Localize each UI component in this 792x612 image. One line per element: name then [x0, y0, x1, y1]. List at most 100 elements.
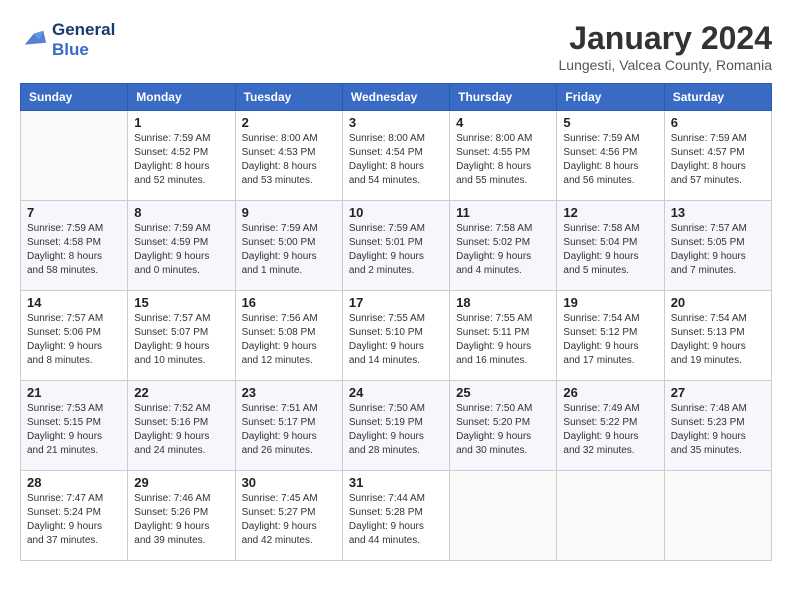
- day-number: 7: [27, 205, 121, 220]
- calendar-cell: 11 Sunrise: 7:58 AM Sunset: 5:02 PM Dayli…: [450, 201, 557, 291]
- day-info: Sunrise: 8:00 AM Sunset: 4:54 PM Dayligh…: [349, 132, 443, 188]
- day-info: Sunrise: 7:57 AM Sunset: 5:06 PM Dayligh…: [27, 312, 121, 368]
- day-number: 16: [242, 295, 336, 310]
- day-info: Sunrise: 7:59 AM Sunset: 4:52 PM Dayligh…: [134, 132, 228, 188]
- calendar-week-row: 1Sunrise: 7:59 AM Sunset: 4:52 PM Daylig…: [21, 111, 772, 201]
- day-number: 20: [671, 295, 765, 310]
- month-title: January 2024: [559, 20, 773, 57]
- day-info: Sunrise: 7:59 AM Sunset: 4:56 PM Dayligh…: [563, 132, 657, 188]
- calendar-cell: 14 Sunrise: 7:57 AM Sunset: 5:06 PM Dayli…: [21, 291, 128, 381]
- day-info: Sunrise: 7:55 AM Sunset: 5:11 PM Dayligh…: [456, 312, 550, 368]
- calendar-cell: 4 Sunrise: 8:00 AM Sunset: 4:55 PM Daylig…: [450, 111, 557, 201]
- calendar-cell: 18Sunrise: 7:55 AM Sunset: 5:11 PM Dayli…: [450, 291, 557, 381]
- calendar-cell: 27 Sunrise: 7:48 AM Sunset: 5:23 PM Dayli…: [664, 381, 771, 471]
- calendar-cell: 31 Sunrise: 7:44 AM Sunset: 5:28 PM Dayli…: [342, 471, 449, 561]
- day-number: 26: [563, 385, 657, 400]
- header-tuesday: Tuesday: [235, 84, 342, 111]
- day-number: 14: [27, 295, 121, 310]
- day-number: 28: [27, 475, 121, 490]
- title-area: January 2024 Lungesti, Valcea County, Ro…: [559, 20, 773, 73]
- calendar-cell: 1Sunrise: 7:59 AM Sunset: 4:52 PM Daylig…: [128, 111, 235, 201]
- header-wednesday: Wednesday: [342, 84, 449, 111]
- day-info: Sunrise: 7:48 AM Sunset: 5:23 PM Dayligh…: [671, 402, 765, 458]
- day-info: Sunrise: 7:50 AM Sunset: 5:19 PM Dayligh…: [349, 402, 443, 458]
- day-number: 15: [134, 295, 228, 310]
- logo: General Blue: [20, 20, 115, 60]
- calendar-cell: 16 Sunrise: 7:56 AM Sunset: 5:08 PM Dayli…: [235, 291, 342, 381]
- calendar-cell: 9Sunrise: 7:59 AM Sunset: 5:00 PM Daylig…: [235, 201, 342, 291]
- calendar-cell: 17 Sunrise: 7:55 AM Sunset: 5:10 PM Dayli…: [342, 291, 449, 381]
- calendar-week-row: 28Sunrise: 7:47 AM Sunset: 5:24 PM Dayli…: [21, 471, 772, 561]
- calendar-cell: 2 Sunrise: 8:00 AM Sunset: 4:53 PM Daylig…: [235, 111, 342, 201]
- day-number: 2: [242, 115, 336, 130]
- day-info: Sunrise: 8:00 AM Sunset: 4:55 PM Dayligh…: [456, 132, 550, 188]
- header-saturday: Saturday: [664, 84, 771, 111]
- logo-icon: [20, 26, 48, 54]
- calendar-cell: 3 Sunrise: 8:00 AM Sunset: 4:54 PM Daylig…: [342, 111, 449, 201]
- day-info: Sunrise: 7:49 AM Sunset: 5:22 PM Dayligh…: [563, 402, 657, 458]
- calendar-week-row: 14 Sunrise: 7:57 AM Sunset: 5:06 PM Dayli…: [21, 291, 772, 381]
- day-info: Sunrise: 7:54 AM Sunset: 5:13 PM Dayligh…: [671, 312, 765, 368]
- header-sunday: Sunday: [21, 84, 128, 111]
- header-monday: Monday: [128, 84, 235, 111]
- day-info: Sunrise: 7:57 AM Sunset: 5:05 PM Dayligh…: [671, 222, 765, 278]
- calendar-cell: 24 Sunrise: 7:50 AM Sunset: 5:19 PM Dayli…: [342, 381, 449, 471]
- logo-text: General Blue: [52, 20, 115, 60]
- calendar-cell: 10Sunrise: 7:59 AM Sunset: 5:01 PM Dayli…: [342, 201, 449, 291]
- day-info: Sunrise: 7:58 AM Sunset: 5:04 PM Dayligh…: [563, 222, 657, 278]
- calendar-cell: 5 Sunrise: 7:59 AM Sunset: 4:56 PM Daylig…: [557, 111, 664, 201]
- day-info: Sunrise: 7:59 AM Sunset: 4:59 PM Dayligh…: [134, 222, 228, 278]
- day-number: 3: [349, 115, 443, 130]
- calendar-cell: 23 Sunrise: 7:51 AM Sunset: 5:17 PM Dayli…: [235, 381, 342, 471]
- calendar-cell: 19Sunrise: 7:54 AM Sunset: 5:12 PM Dayli…: [557, 291, 664, 381]
- day-info: Sunrise: 8:00 AM Sunset: 4:53 PM Dayligh…: [242, 132, 336, 188]
- day-number: 17: [349, 295, 443, 310]
- header-thursday: Thursday: [450, 84, 557, 111]
- day-number: 11: [456, 205, 550, 220]
- calendar-cell: 12 Sunrise: 7:58 AM Sunset: 5:04 PM Dayli…: [557, 201, 664, 291]
- day-info: Sunrise: 7:45 AM Sunset: 5:27 PM Dayligh…: [242, 492, 336, 548]
- day-info: Sunrise: 7:44 AM Sunset: 5:28 PM Dayligh…: [349, 492, 443, 548]
- day-number: 6: [671, 115, 765, 130]
- calendar-cell: 13 Sunrise: 7:57 AM Sunset: 5:05 PM Dayli…: [664, 201, 771, 291]
- calendar-cell: 6 Sunrise: 7:59 AM Sunset: 4:57 PM Daylig…: [664, 111, 771, 201]
- calendar-cell: 8Sunrise: 7:59 AM Sunset: 4:59 PM Daylig…: [128, 201, 235, 291]
- calendar-week-row: 21 Sunrise: 7:53 AM Sunset: 5:15 PM Dayli…: [21, 381, 772, 471]
- day-info: Sunrise: 7:54 AM Sunset: 5:12 PM Dayligh…: [563, 312, 657, 368]
- day-number: 25: [456, 385, 550, 400]
- location-subtitle: Lungesti, Valcea County, Romania: [559, 57, 773, 73]
- day-number: 13: [671, 205, 765, 220]
- calendar-week-row: 7 Sunrise: 7:59 AM Sunset: 4:58 PM Daylig…: [21, 201, 772, 291]
- day-number: 5: [563, 115, 657, 130]
- day-number: 27: [671, 385, 765, 400]
- day-number: 23: [242, 385, 336, 400]
- day-info: Sunrise: 7:55 AM Sunset: 5:10 PM Dayligh…: [349, 312, 443, 368]
- calendar-cell: [557, 471, 664, 561]
- calendar-cell: 7 Sunrise: 7:59 AM Sunset: 4:58 PM Daylig…: [21, 201, 128, 291]
- day-number: 31: [349, 475, 443, 490]
- day-info: Sunrise: 7:59 AM Sunset: 4:58 PM Dayligh…: [27, 222, 121, 278]
- day-number: 21: [27, 385, 121, 400]
- calendar-cell: 15Sunrise: 7:57 AM Sunset: 5:07 PM Dayli…: [128, 291, 235, 381]
- page-header: General Blue January 2024 Lungesti, Valc…: [20, 20, 772, 73]
- calendar-cell: [664, 471, 771, 561]
- day-number: 4: [456, 115, 550, 130]
- day-number: 12: [563, 205, 657, 220]
- day-info: Sunrise: 7:59 AM Sunset: 4:57 PM Dayligh…: [671, 132, 765, 188]
- day-info: Sunrise: 7:51 AM Sunset: 5:17 PM Dayligh…: [242, 402, 336, 458]
- day-info: Sunrise: 7:52 AM Sunset: 5:16 PM Dayligh…: [134, 402, 228, 458]
- calendar-cell: [21, 111, 128, 201]
- day-number: 24: [349, 385, 443, 400]
- calendar-cell: 20 Sunrise: 7:54 AM Sunset: 5:13 PM Dayli…: [664, 291, 771, 381]
- day-number: 30: [242, 475, 336, 490]
- calendar-cell: 28Sunrise: 7:47 AM Sunset: 5:24 PM Dayli…: [21, 471, 128, 561]
- day-info: Sunrise: 7:56 AM Sunset: 5:08 PM Dayligh…: [242, 312, 336, 368]
- calendar-cell: 30 Sunrise: 7:45 AM Sunset: 5:27 PM Dayli…: [235, 471, 342, 561]
- day-info: Sunrise: 7:53 AM Sunset: 5:15 PM Dayligh…: [27, 402, 121, 458]
- day-info: Sunrise: 7:50 AM Sunset: 5:20 PM Dayligh…: [456, 402, 550, 458]
- calendar-cell: 21 Sunrise: 7:53 AM Sunset: 5:15 PM Dayli…: [21, 381, 128, 471]
- calendar-header-row: SundayMondayTuesdayWednesdayThursdayFrid…: [21, 84, 772, 111]
- calendar-cell: 29Sunrise: 7:46 AM Sunset: 5:26 PM Dayli…: [128, 471, 235, 561]
- day-info: Sunrise: 7:58 AM Sunset: 5:02 PM Dayligh…: [456, 222, 550, 278]
- day-number: 29: [134, 475, 228, 490]
